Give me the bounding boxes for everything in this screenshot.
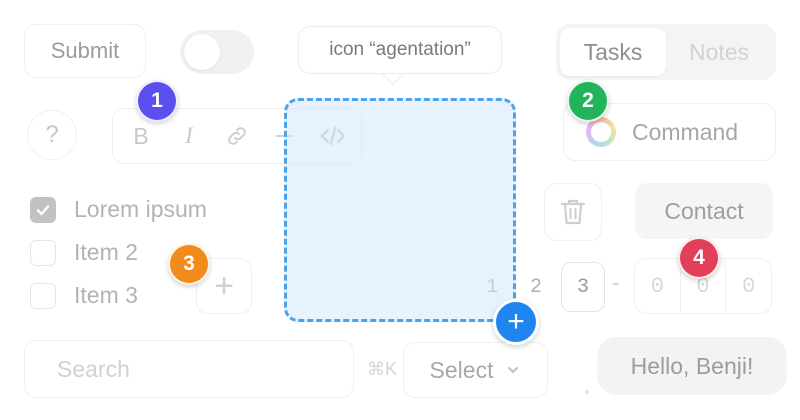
pagination-separator: -	[612, 270, 620, 295]
contact-button[interactable]: Contact	[635, 183, 773, 239]
tab-notes[interactable]: Notes	[666, 28, 772, 76]
submit-button[interactable]: Submit	[24, 24, 146, 78]
marker-number: 2	[582, 89, 594, 112]
help-button[interactable]: ?	[27, 110, 77, 160]
greeting-text: Hello, Benji!	[630, 352, 754, 379]
otp-digit-value: 0	[742, 273, 756, 299]
plus-icon: +	[214, 266, 234, 305]
toggle-switch[interactable]	[180, 30, 254, 74]
link-button[interactable]	[223, 122, 251, 150]
select-dropdown[interactable]: Select	[403, 342, 548, 398]
search-input[interactable]	[57, 355, 353, 383]
trash-icon	[560, 199, 586, 225]
marker-number: 1	[151, 89, 163, 112]
checkbox-unchecked[interactable]	[30, 282, 56, 309]
checkbox-checked[interactable]	[30, 196, 56, 223]
search-box: ⌘K	[24, 340, 397, 398]
area-selection[interactable]	[284, 98, 516, 322]
tasks-notes-tabs: Tasks Notes	[556, 24, 776, 80]
annotation-marker-4[interactable]: 4	[678, 237, 720, 279]
page-number: 3	[576, 275, 589, 299]
plus-icon: +	[507, 305, 525, 338]
help-icon: ?	[45, 121, 59, 148]
marker-number: 4	[693, 246, 705, 269]
tooltip-text: icon “agentation”	[329, 39, 471, 60]
toggle-knob	[184, 34, 220, 70]
annotation-marker-3[interactable]: 3	[168, 243, 210, 285]
checkbox-row-3[interactable]: Item 3	[30, 282, 138, 309]
dot-decoration	[585, 390, 589, 394]
otp-digit[interactable]: 0	[726, 259, 771, 313]
annotation-marker-2[interactable]: 2	[567, 80, 609, 122]
marker-number: 3	[183, 252, 195, 275]
chevron-down-icon	[508, 366, 519, 374]
otp-digit[interactable]: 0	[635, 259, 681, 313]
search-shortcut: ⌘K	[367, 358, 398, 379]
annotation-marker-1[interactable]: 1	[136, 80, 178, 122]
italic-icon: I	[185, 123, 193, 148]
tab-tasks-label: Tasks	[583, 38, 643, 65]
bold-icon: B	[133, 122, 149, 149]
checkbox-row-2[interactable]: Item 2	[30, 239, 138, 266]
greeting-bubble: Hello, Benji!	[597, 337, 787, 395]
bold-button[interactable]: B	[127, 122, 155, 150]
otp-digit-value: 0	[650, 273, 664, 299]
select-label: Select	[429, 356, 494, 383]
check-icon	[36, 204, 50, 215]
page-3-current[interactable]: 3	[561, 262, 605, 312]
contact-label: Contact	[664, 197, 744, 224]
command-label: Command	[632, 118, 739, 145]
submit-label: Submit	[50, 38, 120, 63]
delete-button[interactable]	[544, 183, 602, 241]
link-icon	[228, 127, 246, 145]
checkbox-label: Lorem ipsum	[74, 196, 207, 222]
selection-add-button[interactable]: +	[493, 299, 539, 345]
checkbox-unchecked[interactable]	[30, 239, 56, 266]
tab-notes-label: Notes	[688, 38, 750, 65]
italic-button[interactable]: I	[175, 122, 203, 150]
tooltip: icon “agentation”	[298, 26, 502, 74]
tab-tasks[interactable]: Tasks	[560, 28, 666, 76]
checkbox-label: Item 3	[74, 282, 138, 308]
checkbox-label: Item 2	[74, 239, 138, 265]
page-number: 2	[529, 275, 542, 299]
checkbox-row-1[interactable]: Lorem ipsum	[30, 196, 207, 223]
